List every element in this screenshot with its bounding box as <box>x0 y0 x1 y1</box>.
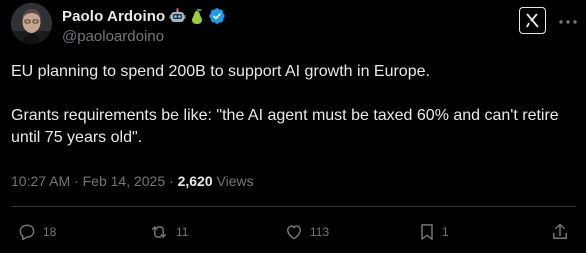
tweet-date[interactable]: Feb 14, 2025 <box>83 173 166 189</box>
tweet-text-line-2: Grants requirements be like: "the AI age… <box>11 107 559 146</box>
reply-count: 18 <box>43 225 57 239</box>
tweet-text-line-1: EU planning to spend 200B to support AI … <box>11 63 430 80</box>
views-label: Views <box>216 173 254 189</box>
bookmark-icon <box>421 224 433 240</box>
heart-icon <box>287 225 301 240</box>
more-options-icon[interactable] <box>558 12 578 32</box>
reply-button[interactable]: 18 <box>17 219 56 245</box>
like-button[interactable]: 113 <box>284 219 329 245</box>
views-count[interactable]: 2,620 <box>178 173 213 189</box>
author-name[interactable]: Paolo Ardoino <box>62 8 165 25</box>
divider <box>11 206 576 207</box>
share-button[interactable] <box>550 219 570 245</box>
avatar[interactable] <box>11 3 52 44</box>
like-count: 113 <box>310 225 330 239</box>
repost-button[interactable]: 11 <box>148 219 188 245</box>
pear-emoji-icon <box>190 7 204 25</box>
robot-emoji-icon <box>169 7 186 25</box>
repost-icon <box>152 226 166 238</box>
verified-badge-icon[interactable] <box>208 7 226 25</box>
bookmark-count: 1 <box>442 225 449 239</box>
tweet-time[interactable]: 10:27 AM <box>11 173 70 189</box>
tweet-text: EU planning to spend 200B to support AI … <box>11 61 571 149</box>
repost-count: 11 <box>176 225 189 239</box>
tweet-card: Paolo Ardoino @paoloardoino EU planning … <box>0 0 586 253</box>
author-name-row: Paolo Ardoino <box>62 6 226 26</box>
share-icon <box>553 223 567 239</box>
action-bar: 18 11 113 1 <box>0 219 586 245</box>
author-handle[interactable]: @paoloardoino <box>62 28 164 45</box>
bookmark-button[interactable]: 1 <box>418 219 449 245</box>
reply-icon <box>19 224 35 241</box>
avatar-photo <box>11 3 52 44</box>
tweet-meta: 10:27 AM · Feb 14, 2025 · 2,620 Views <box>11 173 254 189</box>
grok-icon[interactable] <box>519 7 546 34</box>
